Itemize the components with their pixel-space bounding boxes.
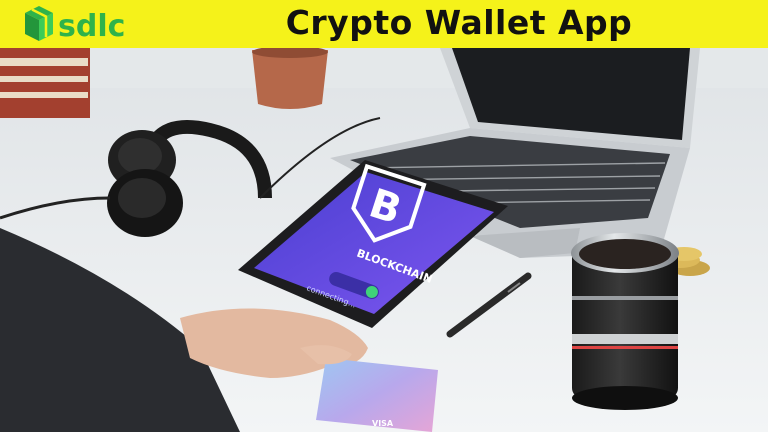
book-stack: [0, 48, 90, 118]
card-brand-label: VISA: [372, 419, 394, 428]
logo-wordmark: sdlc: [58, 9, 125, 44]
plant-pot: [252, 48, 328, 109]
sdlc-logo: sdlc: [25, 6, 125, 44]
page-title: Crypto Wallet App: [285, 3, 633, 42]
title-banner: sdlc Crypto Wallet App: [0, 0, 768, 48]
credit-card: VISA: [316, 358, 438, 432]
lens-mug: [571, 233, 679, 410]
desk-photo: B BLOCKCHAIN connecting... VISA: [0, 48, 768, 432]
